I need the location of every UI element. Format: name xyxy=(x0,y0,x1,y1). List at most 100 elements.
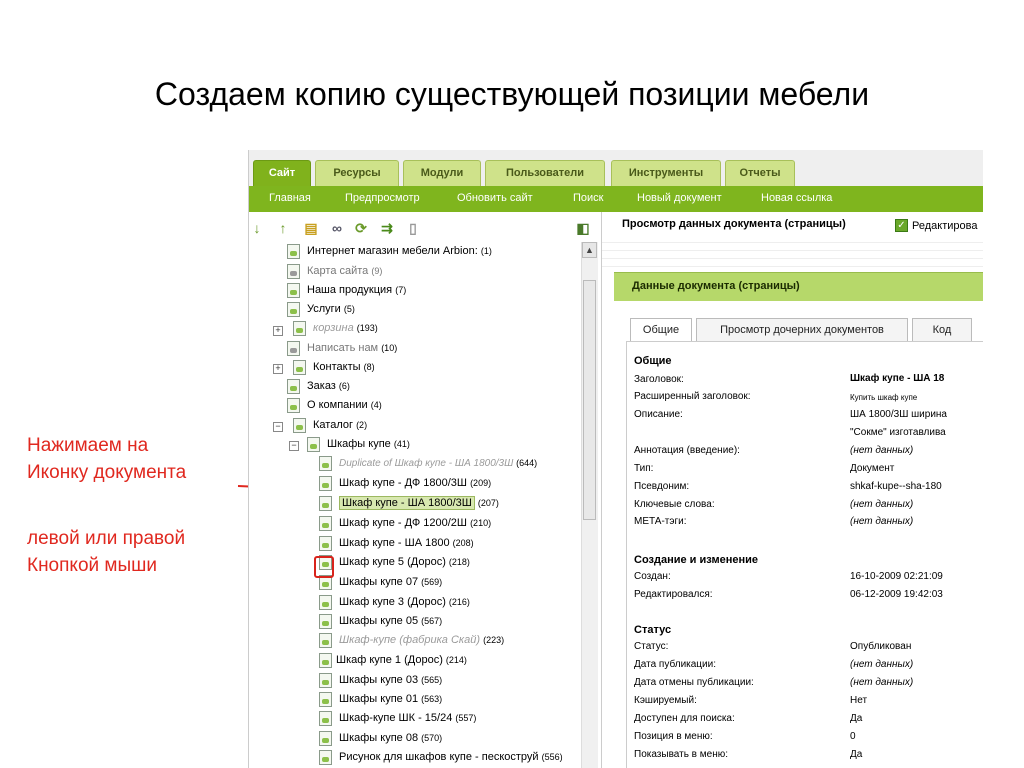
document-icon[interactable] xyxy=(287,341,300,356)
document-icon[interactable] xyxy=(319,614,332,629)
tree-item-label: Duplicate of Шкаф купе - ША 1800/3Ш xyxy=(339,458,514,469)
tree-item-label: Рисунок для шкафов купе - пескоструй xyxy=(339,751,539,763)
annotation-line-3: левой или правой xyxy=(27,528,186,549)
arrow-up-icon[interactable]: ↑ xyxy=(275,220,291,236)
nav-search[interactable]: Поиск xyxy=(573,192,603,204)
scroll-thumb[interactable] xyxy=(583,280,596,520)
document-icon[interactable] xyxy=(319,731,332,746)
document-icon[interactable] xyxy=(293,360,306,375)
section-header: Данные документа (страницы) xyxy=(614,272,983,301)
document-icon[interactable] xyxy=(287,244,300,259)
field-value: Нет xyxy=(850,695,868,706)
field-value: (нет данных) xyxy=(850,445,914,456)
tree-item-label: корзина xyxy=(313,322,354,334)
document-icon[interactable] xyxy=(319,633,332,648)
tab-site[interactable]: Сайт xyxy=(253,160,311,186)
slide-title: Создаем копию существующей позиции мебел… xyxy=(154,76,870,112)
expand-icon[interactable]: + xyxy=(273,364,283,374)
tree-item-id: (569) xyxy=(421,577,443,587)
tree-item-id: (41) xyxy=(393,439,410,449)
document-icon[interactable] xyxy=(319,476,332,491)
annotation-text: Нажимаем на Иконку документа xyxy=(27,432,186,486)
field-value: (нет данных) xyxy=(850,499,914,510)
tree-item-id: (556) xyxy=(541,752,563,762)
document-icon[interactable] xyxy=(319,673,332,688)
tree-item-id: (557) xyxy=(455,713,477,723)
expand-icon[interactable]: + xyxy=(273,326,283,336)
collapse-icon[interactable]: − xyxy=(289,441,299,451)
document-icon[interactable] xyxy=(287,283,300,298)
tree-scrollbar[interactable]: ▲ xyxy=(581,242,598,768)
document-icon[interactable] xyxy=(307,437,320,452)
tree-item-id: (5) xyxy=(343,304,355,314)
tab-users[interactable]: Пользователи xyxy=(485,160,605,186)
nav-refresh-site[interactable]: Обновить сайт xyxy=(457,192,533,204)
document-icon[interactable] xyxy=(319,692,332,707)
annotation-line-4: Кнопкой мыши xyxy=(27,555,157,576)
tab-reports[interactable]: Отчеты xyxy=(725,160,795,186)
nav-preview[interactable]: Предпросмотр xyxy=(345,192,420,204)
collapse-icon[interactable]: − xyxy=(273,422,283,432)
nav-home[interactable]: Главная xyxy=(269,192,311,204)
field-label: Дата публикации: xyxy=(634,659,716,670)
edit-checkbox-label[interactable]: Редактирова xyxy=(912,220,977,232)
document-icon[interactable] xyxy=(319,496,332,511)
scroll-up-icon[interactable]: ▲ xyxy=(582,242,597,258)
field-value: 0 xyxy=(850,731,856,742)
tree-item-id: (4) xyxy=(370,400,382,410)
tab-modules[interactable]: Модули xyxy=(403,160,481,186)
tree-item-label: Услуги xyxy=(307,303,341,315)
document-icon[interactable] xyxy=(287,302,300,317)
nav-new-link[interactable]: Новая ссылка xyxy=(761,192,832,204)
nav-new-document[interactable]: Новый документ xyxy=(637,192,722,204)
document-icon[interactable] xyxy=(287,398,300,413)
field-value: "Сокме" изготавлива xyxy=(850,427,946,438)
field-label: Псевдоним: xyxy=(634,481,690,492)
field-label: Позиция в меню: xyxy=(634,731,713,742)
document-icon[interactable] xyxy=(319,516,332,531)
field-value: Да xyxy=(850,713,863,724)
document-icon[interactable] xyxy=(293,321,306,336)
checkbox-checked-icon[interactable]: ✓ xyxy=(895,219,908,232)
new-document-icon[interactable]: ▤ xyxy=(303,220,319,236)
tree-item-label: Интернет магазин мебели Arbion: xyxy=(307,245,478,257)
nav-bar: Главная Предпросмотр Обновить сайт Поиск… xyxy=(249,186,983,212)
subtab-code[interactable]: Код xyxy=(912,318,972,342)
subtab-child-documents[interactable]: Просмотр дочерних документов xyxy=(696,318,908,342)
document-icon[interactable] xyxy=(319,456,332,471)
document-icon[interactable] xyxy=(319,750,332,765)
arrow-down-icon[interactable]: ↓ xyxy=(249,220,265,236)
document-icon[interactable] xyxy=(319,595,332,610)
tab-resources[interactable]: Ресурсы xyxy=(315,160,399,186)
field-value: ША 1800/3Ш ширина xyxy=(850,409,947,420)
trash-icon[interactable]: ▯ xyxy=(405,220,421,236)
collapse-pane-icon[interactable]: ◧ xyxy=(575,220,591,236)
field-value: (нет данных) xyxy=(850,516,914,527)
tree-item-label: Шкафы купе 03 xyxy=(339,674,419,686)
field-label: Кэшируемый: xyxy=(634,695,697,706)
sort-icon[interactable]: ⇉ xyxy=(379,220,395,236)
subtab-general[interactable]: Общие xyxy=(630,318,692,342)
tab-tools[interactable]: Инструменты xyxy=(611,160,721,186)
header-pattern xyxy=(602,242,983,270)
tree-item-label: Шкафы купе 05 xyxy=(339,615,419,627)
document-icon[interactable] xyxy=(287,264,300,279)
link-icon[interactable]: ∞ xyxy=(329,220,345,236)
document-icon[interactable] xyxy=(293,418,306,433)
field-label: Тип: xyxy=(634,463,654,474)
refresh-icon[interactable]: ⟳ xyxy=(353,220,369,236)
tree-item-label: Шкаф купе 5 (Дорос) xyxy=(339,556,446,568)
field-value: 16-10-2009 02:21:09 xyxy=(850,571,943,582)
tree-item-id: (207) xyxy=(477,498,499,508)
tree-item-id: (218) xyxy=(448,557,470,567)
document-icon[interactable] xyxy=(319,711,332,726)
document-icon[interactable] xyxy=(319,536,332,551)
field-label: Описание: xyxy=(634,409,683,420)
annotation-line-1: Нажимаем на xyxy=(27,435,149,456)
tree-item-label: Шкафы купе 07 xyxy=(339,576,419,588)
document-icon[interactable] xyxy=(287,379,300,394)
field-value: (нет данных) xyxy=(850,659,914,670)
document-icon[interactable] xyxy=(319,653,332,668)
field-value: Купить шкаф купе xyxy=(850,393,918,402)
tree-item-id: (216) xyxy=(448,597,470,607)
